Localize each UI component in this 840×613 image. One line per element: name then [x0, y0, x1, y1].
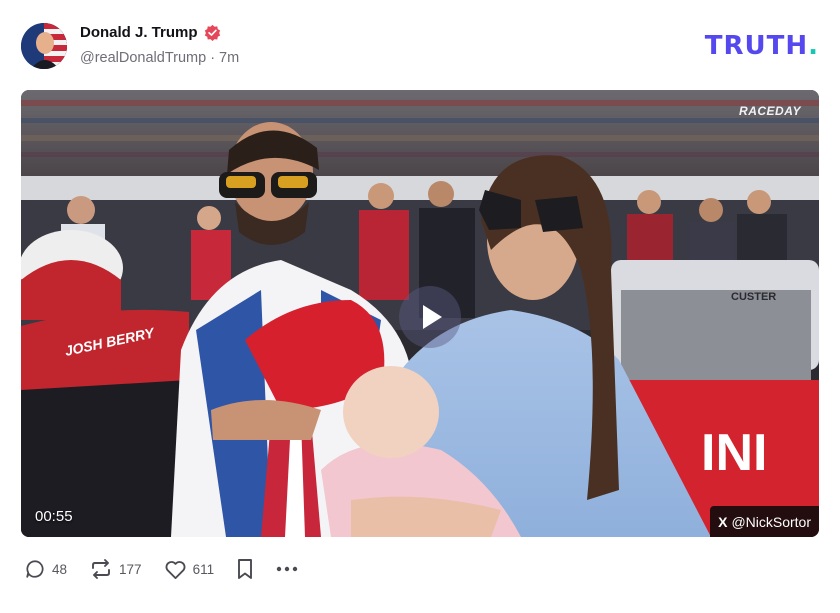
like-icon	[165, 560, 186, 579]
more-options-button[interactable]	[276, 565, 298, 573]
raceday-watermark: RACEDAY	[739, 104, 801, 118]
retruth-button[interactable]: 177	[89, 558, 142, 580]
logo-dot: .	[808, 31, 819, 61]
post-avatar[interactable]	[21, 23, 67, 69]
x-watermark-handle: @NickSortor	[731, 513, 811, 530]
car-decal-text: INI	[701, 424, 767, 482]
play-button[interactable]	[399, 286, 461, 348]
post-time[interactable]: 7m	[219, 50, 239, 66]
meta-separator: ·	[210, 50, 216, 66]
verified-badge-icon	[204, 24, 221, 41]
retruth-icon	[92, 559, 110, 579]
retruth-count: 177	[119, 561, 142, 577]
author-name[interactable]: Donald J. Trump	[80, 24, 198, 41]
video-duration: 00:55	[35, 508, 73, 525]
reply-count: 48	[52, 561, 68, 577]
reply-button[interactable]: 48	[24, 558, 67, 580]
x-logo-icon: X	[718, 513, 728, 530]
truth-logo[interactable]: TRUTH.	[705, 31, 819, 61]
like-count: 611	[192, 561, 215, 577]
bookmark-icon	[238, 559, 253, 579]
bookmark-button[interactable]	[236, 558, 254, 580]
video-player[interactable]: JOSH BERRY CUSTER INI RACEDAY 00:55 X @N…	[21, 90, 819, 537]
author-meta: @realDonaldTrump · 7m	[80, 50, 239, 66]
reply-icon	[26, 560, 44, 578]
post-actions: 48 177 611	[24, 558, 320, 580]
more-icon	[276, 566, 298, 572]
play-icon	[423, 305, 442, 329]
like-button[interactable]: 611	[164, 559, 215, 580]
car-sponsor-text: CUSTER	[731, 291, 776, 303]
author-handle[interactable]: @realDonaldTrump	[80, 50, 206, 66]
x-watermark: X @NickSortor	[710, 506, 819, 537]
logo-text: TRUTH	[704, 31, 809, 61]
